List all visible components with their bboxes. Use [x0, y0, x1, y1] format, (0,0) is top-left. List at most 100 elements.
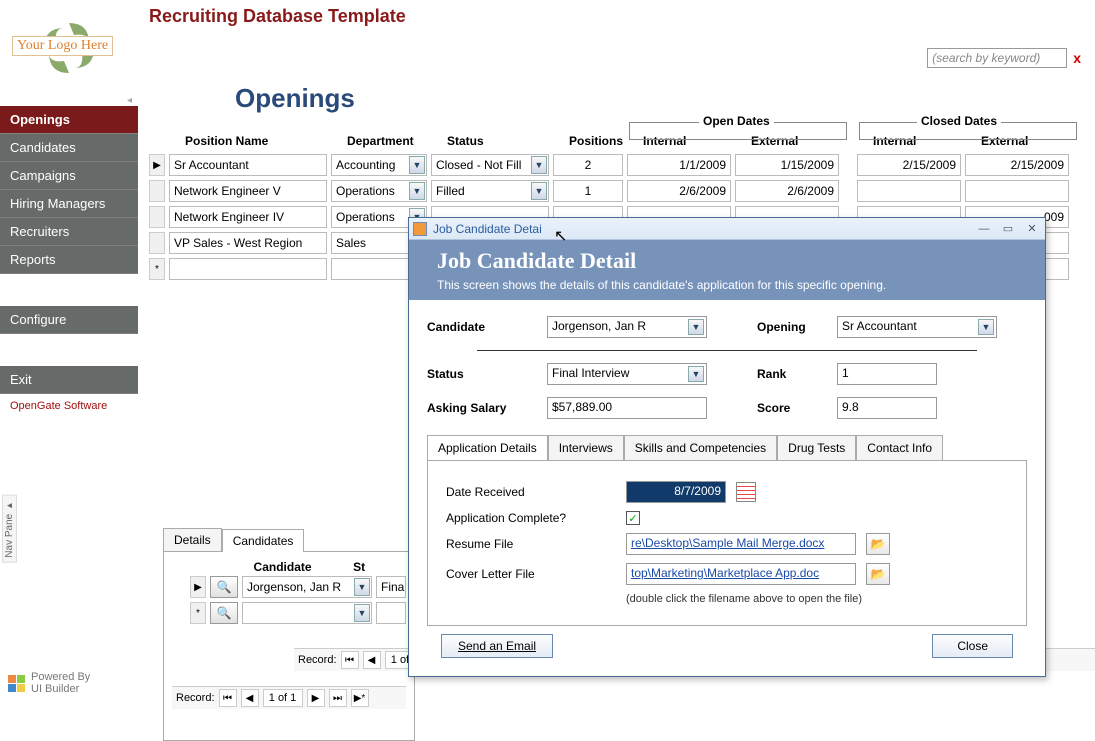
- tab-interviews[interactable]: Interviews: [548, 435, 624, 460]
- resume-file-label: Resume File: [446, 537, 616, 551]
- tab-application-details[interactable]: Application Details: [427, 435, 548, 460]
- zoom-button[interactable]: 🔍: [210, 576, 238, 598]
- opening-label: Opening: [757, 320, 827, 334]
- date-received-label: Date Received: [446, 485, 616, 499]
- sidebar: Your Logo Here ◂ Openings Candidates Cam…: [0, 0, 139, 703]
- tab-drug-tests[interactable]: Drug Tests: [777, 435, 856, 460]
- sidebar-item-hiring-managers[interactable]: Hiring Managers: [0, 190, 138, 218]
- asking-label: Asking Salary: [427, 401, 537, 415]
- powered-by: Powered ByUI Builder: [0, 663, 138, 703]
- score-label: Score: [757, 401, 827, 415]
- cell-status[interactable]: Closed - Not Fill▼: [431, 154, 549, 176]
- asking-input[interactable]: $57,889.00: [547, 397, 707, 419]
- nav-first-button[interactable]: ⏮: [219, 689, 237, 707]
- row-selector[interactable]: [149, 232, 165, 254]
- inner-candidate[interactable]: Jorgenson, Jan R▼: [242, 576, 372, 598]
- cell-department[interactable]: Accounting▼: [331, 154, 427, 176]
- search-clear-button[interactable]: x: [1073, 50, 1081, 66]
- app-title: Recruiting Database Template: [149, 6, 1085, 27]
- application-complete-label: Application Complete?: [446, 511, 616, 525]
- application-complete-checkbox[interactable]: ✓: [626, 511, 640, 525]
- cell-position[interactable]: Sr Accountant: [169, 154, 327, 176]
- inner-col-candidate: Candidate: [212, 560, 353, 574]
- rank-input[interactable]: 1: [837, 363, 937, 385]
- file-hint: (double click the filename above to open…: [626, 593, 1008, 605]
- table-row: ▶ Sr Accountant Accounting▼ Closed - Not…: [149, 152, 1085, 178]
- nav-prev-button[interactable]: ◀: [363, 651, 381, 669]
- row-selector[interactable]: ▶: [149, 154, 165, 176]
- sidebar-item-openings[interactable]: Openings: [0, 106, 138, 134]
- date-received-input[interactable]: 8/7/2009: [626, 481, 726, 503]
- nav-prev-button[interactable]: ◀: [241, 689, 259, 707]
- candidate-label: Candidate: [427, 320, 537, 334]
- row-selector[interactable]: [149, 206, 165, 228]
- sidebar-item-configure[interactable]: Configure: [0, 306, 138, 334]
- status-label: Status: [427, 367, 537, 381]
- tab-details[interactable]: Details: [163, 528, 222, 551]
- folder-icon[interactable]: 📂: [866, 533, 890, 555]
- dialog-window-title: Job Candidate Detai: [433, 222, 542, 236]
- list-item-new: * 🔍 ▼: [172, 600, 406, 626]
- maximize-button[interactable]: ▭: [999, 222, 1017, 236]
- chevron-down-icon[interactable]: ▼: [409, 156, 425, 174]
- col-status: Status: [447, 134, 565, 148]
- minimize-button[interactable]: —: [975, 222, 993, 236]
- nav-position[interactable]: [263, 689, 303, 707]
- chevron-down-icon[interactable]: ▼: [688, 366, 704, 382]
- close-button[interactable]: ✕: [1023, 222, 1041, 236]
- cell-date[interactable]: 2/15/2009: [857, 154, 961, 176]
- candidate-select[interactable]: Jorgenson, Jan R▼: [547, 316, 707, 338]
- inner-record-nav: Record: ⏮ ◀ ▶ ⏭ ▶*: [172, 686, 406, 709]
- opening-select[interactable]: Sr Accountant▼: [837, 316, 997, 338]
- nav-next-button[interactable]: ▶: [307, 689, 325, 707]
- cell-date[interactable]: 1/15/2009: [735, 154, 839, 176]
- chevron-down-icon[interactable]: ▼: [688, 319, 704, 335]
- row-selector-new[interactable]: *: [190, 602, 206, 624]
- search-input[interactable]: [927, 48, 1067, 68]
- group-closed-dates: Closed Dates: [917, 114, 1001, 128]
- nav-pane-toggle[interactable]: Nav Pane ▸: [2, 495, 17, 563]
- close-dialog-button[interactable]: Close: [932, 634, 1013, 658]
- tab-skills[interactable]: Skills and Competencies: [624, 435, 777, 460]
- col-department: Department: [347, 134, 443, 148]
- dialog-subtitle: This screen shows the details of this ca…: [437, 278, 1017, 292]
- chevron-down-icon[interactable]: ▼: [409, 182, 425, 200]
- score-input[interactable]: 9.8: [837, 397, 937, 419]
- table-row: Network Engineer V Operations▼ Filled▼ 1…: [149, 178, 1085, 204]
- sidebar-item-recruiters[interactable]: Recruiters: [0, 218, 138, 246]
- folder-icon[interactable]: 📂: [866, 563, 890, 585]
- tab-contact-info[interactable]: Contact Info: [856, 435, 943, 460]
- resume-file-link[interactable]: re\Desktop\Sample Mail Merge.docx: [626, 533, 856, 555]
- sidebar-item-campaigns[interactable]: Campaigns: [0, 162, 138, 190]
- list-item: ▶ 🔍 Jorgenson, Jan R▼ Fina: [172, 574, 406, 600]
- logo-text: Your Logo Here: [12, 36, 113, 56]
- job-candidate-detail-dialog: Job Candidate Detai — ▭ ✕ Job Candidate …: [408, 217, 1046, 677]
- chevron-down-icon[interactable]: ▼: [531, 182, 547, 200]
- dialog-title: Job Candidate Detail: [437, 248, 1017, 274]
- cell-count[interactable]: 2: [553, 154, 623, 176]
- row-selector-new[interactable]: *: [149, 258, 165, 280]
- nav-first-button[interactable]: ⏮: [341, 651, 359, 669]
- chevron-down-icon[interactable]: ▼: [978, 319, 994, 335]
- send-email-button[interactable]: Send an Email: [441, 634, 553, 658]
- status-select[interactable]: Final Interview▼: [547, 363, 707, 385]
- sidebar-item-exit[interactable]: Exit: [0, 366, 138, 394]
- nav-new-button[interactable]: ▶*: [351, 689, 369, 707]
- rank-label: Rank: [757, 367, 827, 381]
- sidebar-item-reports[interactable]: Reports: [0, 246, 138, 274]
- sidebar-item-candidates[interactable]: Candidates: [0, 134, 138, 162]
- cover-letter-link[interactable]: top\Marketing\Marketplace App.doc: [626, 563, 856, 585]
- cell-date[interactable]: 2/15/2009: [965, 154, 1069, 176]
- chevron-down-icon[interactable]: ▼: [354, 604, 370, 622]
- zoom-button[interactable]: 🔍: [210, 602, 238, 624]
- calendar-icon[interactable]: [736, 482, 756, 502]
- cell-date[interactable]: 1/1/2009: [627, 154, 731, 176]
- cover-letter-label: Cover Letter File: [446, 567, 616, 581]
- chevron-down-icon[interactable]: ▼: [354, 578, 370, 596]
- nav-last-button[interactable]: ⏭: [329, 689, 347, 707]
- chevron-down-icon[interactable]: ▼: [531, 156, 547, 174]
- row-selector[interactable]: [149, 180, 165, 202]
- sidebar-link-opengate[interactable]: OpenGate Software: [0, 394, 138, 418]
- row-selector[interactable]: ▶: [190, 576, 206, 598]
- tab-candidates[interactable]: Candidates: [222, 529, 305, 552]
